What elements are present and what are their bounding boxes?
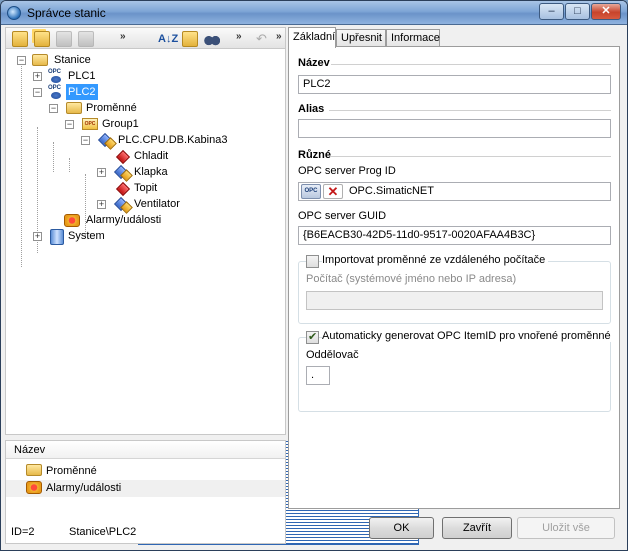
tree-toolbar: » A↓Z » ↶ » bbox=[5, 27, 419, 545]
tree-line bbox=[69, 158, 70, 172]
section-divider bbox=[329, 110, 611, 111]
maximize-button[interactable]: □ bbox=[565, 3, 590, 20]
toolbar-overflow-2[interactable]: » bbox=[236, 31, 242, 42]
tab-panel-zakladni: Název PLC2 Alias Různé OPC server Prog I… bbox=[288, 46, 620, 509]
expand-icon[interactable]: + bbox=[97, 200, 106, 209]
variables-folder-icon bbox=[26, 464, 42, 476]
close-button[interactable]: Zavřít bbox=[442, 517, 512, 539]
collapse-icon[interactable]: − bbox=[65, 120, 74, 129]
import-checkbox[interactable] bbox=[306, 255, 319, 268]
guid-label: OPC server GUID bbox=[298, 210, 387, 222]
window-title: Správce stanic bbox=[27, 6, 106, 20]
tree-label: System bbox=[68, 230, 105, 242]
tab-strip: Základní Upřesnit Informace bbox=[288, 27, 620, 48]
save-all-button[interactable]: Uložit vše bbox=[517, 517, 615, 539]
close-window-button[interactable]: ✕ bbox=[591, 3, 621, 20]
tree-label: Klapka bbox=[134, 166, 168, 178]
toolbar-overflow-3[interactable]: » bbox=[276, 31, 282, 42]
tree-label: Topit bbox=[134, 182, 158, 194]
computer-label: Počítač (systémové jméno nebo IP adresa) bbox=[306, 273, 517, 285]
find-icon[interactable] bbox=[204, 31, 220, 47]
ok-button[interactable]: OK bbox=[369, 517, 434, 539]
section-divider bbox=[331, 156, 611, 157]
import-checkbox-label[interactable]: Importovat proměnné ze vzdáleného počíta… bbox=[322, 254, 549, 266]
tag-folder-icon bbox=[98, 132, 114, 148]
status-bar: ID=2 Stanice\PLC2 bbox=[5, 522, 286, 542]
tree-line bbox=[21, 64, 22, 267]
expand-icon[interactable]: + bbox=[33, 72, 42, 81]
stations-folder-icon bbox=[32, 54, 48, 66]
computer-input[interactable] bbox=[306, 291, 603, 310]
guid-input[interactable]: {B6EACB30-42D5-11d0-9517-0020AFAA4B3C} bbox=[298, 226, 611, 245]
list-header-name[interactable]: Název bbox=[6, 441, 285, 459]
auto-id-checkbox-label[interactable]: Automaticky generovat OPC ItemID pro vno… bbox=[322, 330, 614, 342]
tab-zakladni[interactable]: Základní bbox=[288, 27, 336, 48]
tree-label-selected: PLC2 bbox=[66, 84, 98, 100]
tree-label: Stanice bbox=[54, 54, 91, 66]
list-item-label: Proměnné bbox=[46, 465, 97, 477]
title-bar[interactable]: Správce stanic – □ ✕ bbox=[1, 1, 627, 25]
list-item-label: Alarmy/události bbox=[46, 482, 122, 494]
tab-upresnit[interactable]: Upřesnit bbox=[336, 29, 386, 47]
tag-folder-icon bbox=[114, 164, 130, 180]
prog-id-label: OPC server Prog ID bbox=[298, 165, 396, 177]
opc-server-icon bbox=[48, 84, 64, 100]
tag-icon bbox=[114, 148, 130, 164]
opc-browse-button[interactable]: OPC bbox=[301, 184, 321, 199]
separator-input[interactable]: . bbox=[306, 366, 330, 385]
app-icon bbox=[7, 6, 21, 20]
list-item[interactable]: Proměnné bbox=[6, 463, 285, 480]
opc-server-icon bbox=[48, 68, 64, 84]
status-id: ID=2 bbox=[11, 526, 35, 538]
clear-icon[interactable]: ✕ bbox=[323, 184, 343, 199]
tree-label: PLC1 bbox=[68, 70, 96, 82]
separator-label: Oddělovač bbox=[306, 349, 359, 361]
system-icon bbox=[48, 228, 64, 245]
opc-group-icon: OPC bbox=[82, 118, 98, 130]
alarm-icon bbox=[64, 214, 80, 227]
alias-input[interactable] bbox=[298, 119, 611, 138]
move-up-icon[interactable] bbox=[182, 31, 198, 47]
prog-id-value: OPC.SimaticNET bbox=[349, 185, 434, 197]
collapse-icon[interactable]: − bbox=[81, 136, 90, 145]
tree-label: Ventilator bbox=[134, 198, 180, 210]
list-item[interactable]: Alarmy/události bbox=[6, 480, 285, 497]
tree-line bbox=[53, 142, 54, 172]
section-alias: Alias bbox=[298, 103, 325, 115]
properties-pane: Základní Upřesnit Informace Název PLC2 A… bbox=[288, 27, 620, 509]
collapse-icon[interactable]: − bbox=[49, 104, 58, 113]
tag-folder-icon bbox=[114, 196, 130, 212]
new-group-icon[interactable] bbox=[34, 31, 50, 47]
left-pane: » A↓Z » ↶ » − Stanice + PLC1 bbox=[5, 27, 419, 545]
status-path: Stanice\PLC2 bbox=[69, 526, 137, 538]
section-divider bbox=[331, 64, 611, 65]
name-input[interactable]: PLC2 bbox=[298, 75, 611, 94]
minimize-button[interactable]: – bbox=[539, 3, 564, 20]
collapse-icon[interactable]: − bbox=[17, 56, 26, 65]
tag-icon bbox=[114, 180, 130, 196]
tree-label: Proměnné bbox=[86, 102, 137, 114]
tab-informace[interactable]: Informace bbox=[386, 29, 440, 47]
tag-icon[interactable] bbox=[56, 31, 72, 47]
main-window: Správce stanic – □ ✕ » A↓Z » ↶ » − Stani… bbox=[0, 0, 628, 551]
variables-folder-icon bbox=[66, 102, 82, 114]
sort-icon[interactable]: A↓Z bbox=[158, 31, 178, 47]
tree-label: Group1 bbox=[102, 118, 139, 130]
expand-icon[interactable]: + bbox=[97, 168, 106, 177]
delete-icon[interactable] bbox=[78, 31, 94, 47]
tree-label: Chladit bbox=[134, 150, 169, 162]
expand-icon[interactable]: + bbox=[33, 232, 42, 241]
section-ruzne: Různé bbox=[298, 149, 331, 161]
prog-id-input[interactable]: OPC ✕ OPC.SimaticNET bbox=[298, 182, 611, 201]
toolbar-overflow-1[interactable]: » bbox=[120, 31, 126, 42]
new-station-icon[interactable] bbox=[12, 31, 28, 47]
undo-icon[interactable]: ↶ bbox=[256, 31, 272, 47]
alarm-icon bbox=[26, 481, 42, 494]
auto-id-checkbox[interactable] bbox=[306, 330, 319, 344]
station-tree: − Stanice + PLC1 − PLC2 − Proměnné − bbox=[5, 49, 286, 435]
tree-label: PLC.CPU.DB.Kabina3 bbox=[118, 134, 228, 146]
tree-label: Alarmy/události bbox=[86, 214, 162, 226]
collapse-icon[interactable]: − bbox=[33, 88, 42, 97]
section-nazev: Název bbox=[298, 57, 330, 69]
